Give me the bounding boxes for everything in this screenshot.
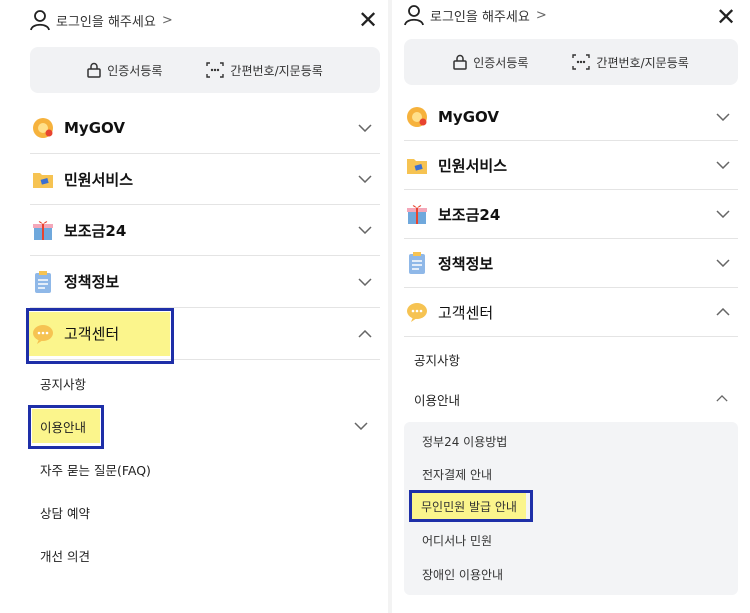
chevron-up-icon <box>716 395 728 402</box>
submenu-improvement-opinion[interactable]: 개선 의견 <box>40 545 90 565</box>
subsidy-icon <box>404 201 430 227</box>
login-text: 로그인을 해주세요 <box>56 14 156 30</box>
close-icon[interactable]: ✕ <box>716 5 736 29</box>
fingerprint-scan-icon <box>206 62 225 78</box>
auth-register-box: 인증서등록 간편번호/지문등록 <box>404 39 738 85</box>
submenu-label: 자주 묻는 질문(FAQ) <box>40 462 151 478</box>
menu-label: 보조금24 <box>64 221 127 240</box>
auth-register-box: 인증서등록 간편번호/지문등록 <box>30 47 380 93</box>
cert-register-label: 인증서등록 <box>473 55 529 70</box>
submenu-usage-guide[interactable]: 이용안내 <box>414 388 738 410</box>
chevron-down-icon <box>716 259 730 267</box>
cert-register-button[interactable]: 인증서등록 <box>453 54 528 71</box>
menu-label: MyGOV <box>438 107 499 126</box>
chevron-down-icon <box>358 226 372 234</box>
usage-item-label: 장애인 이용안내 <box>422 567 504 582</box>
chevron-right-icon: > <box>161 12 173 28</box>
left-menu-panel: 로그인을 해주세요 > ✕ 인증서등록 간편번호/지문등록 MyGOV 민원서비… <box>0 0 388 613</box>
menu-item-mygov[interactable]: MyGOV <box>404 93 738 141</box>
menu-item-policy[interactable]: 정책정보 <box>30 256 380 308</box>
mygov-icon <box>30 115 56 141</box>
usage-item-e-payment[interactable]: 전자결제 안내 <box>422 464 492 484</box>
menu-label: 정책정보 <box>438 254 494 273</box>
subsidy-icon <box>30 217 56 243</box>
civil-service-icon <box>404 152 430 178</box>
menu-item-subsidy[interactable]: 보조금24 <box>404 190 738 239</box>
chevron-down-icon <box>358 277 372 286</box>
submenu-label: 개선 의견 <box>40 548 90 564</box>
lock-icon <box>453 54 467 70</box>
cert-register-label: 인증서등록 <box>107 63 163 78</box>
close-icon[interactable]: ✕ <box>358 8 378 32</box>
chevron-down-icon <box>358 124 372 132</box>
menu-label: 민원서비스 <box>64 170 134 189</box>
login-text: 로그인을 해주세요 <box>430 9 530 25</box>
usage-item-how-to-use[interactable]: 정부24 이용방법 <box>422 431 507 451</box>
right-menu-panel: 로그인을 해주세요 > ✕ 인증서등록 간편번호/지문등록 MyGOV 민원서비… <box>392 0 750 613</box>
submenu-notice[interactable]: 공지사항 <box>40 373 86 393</box>
menu-item-civil-service[interactable]: 민원서비스 <box>30 154 380 205</box>
policy-icon <box>404 250 430 276</box>
annotation-box <box>26 308 174 364</box>
usage-item-label: 어디서나 민원 <box>422 533 493 548</box>
usage-item-label: 전자결제 안내 <box>422 467 493 482</box>
login-link[interactable]: 로그인을 해주세요 > <box>30 9 173 31</box>
fingerprint-scan-icon <box>572 54 591 70</box>
menu-item-policy[interactable]: 정책정보 <box>404 239 738 288</box>
usage-item-accessibility[interactable]: 장애인 이용안내 <box>422 564 503 584</box>
simple-register-button[interactable]: 간편번호/지문등록 <box>572 54 689 71</box>
submenu-label: 이용안내 <box>414 392 461 408</box>
policy-icon <box>30 269 56 295</box>
submenu-label: 공지사항 <box>40 376 87 392</box>
lock-icon <box>87 62 101 78</box>
menu-label: 보조금24 <box>438 205 501 224</box>
cert-register-button[interactable]: 인증서등록 <box>87 62 162 79</box>
login-link[interactable]: 로그인을 해주세요 > <box>404 4 547 26</box>
menu-label: 고객센터 <box>438 303 494 322</box>
menu-label: 민원서비스 <box>438 156 508 175</box>
usage-item-label: 정부24 이용방법 <box>422 434 508 449</box>
usage-item-anywhere-civil[interactable]: 어디서나 민원 <box>422 530 492 550</box>
simple-register-label: 간편번호/지문등록 <box>230 63 323 78</box>
user-icon <box>404 5 424 26</box>
simple-register-label: 간편번호/지문등록 <box>596 55 689 70</box>
menu-label: MyGOV <box>64 119 125 137</box>
submenu-notice[interactable]: 공지사항 <box>414 349 460 369</box>
submenu-faq[interactable]: 자주 묻는 질문(FAQ) <box>40 459 151 479</box>
menu-item-customer-center[interactable]: 고객센터 <box>404 288 738 337</box>
menu-label: 정책정보 <box>64 273 120 291</box>
menu-item-subsidy[interactable]: 보조금24 <box>30 205 380 256</box>
chevron-down-icon <box>716 112 730 121</box>
annotation-box <box>28 405 104 449</box>
menu-item-mygov[interactable]: MyGOV <box>30 103 380 154</box>
submenu-consult-reservation[interactable]: 상담 예약 <box>40 502 90 522</box>
chevron-down-icon <box>358 175 372 183</box>
annotation-box <box>409 490 533 522</box>
chevron-right-icon: > <box>535 7 547 23</box>
civil-service-icon <box>30 166 56 192</box>
customer-center-icon <box>404 299 430 325</box>
user-icon <box>30 10 50 31</box>
mygov-icon <box>404 104 430 130</box>
chevron-down-icon <box>354 422 368 430</box>
chevron-up-icon <box>358 329 372 338</box>
menu-item-civil-service[interactable]: 민원서비스 <box>404 141 738 190</box>
chevron-up-icon <box>716 308 730 316</box>
chevron-down-icon <box>716 210 730 218</box>
simple-register-button[interactable]: 간편번호/지문등록 <box>206 62 323 79</box>
submenu-label: 공지사항 <box>414 352 461 368</box>
chevron-down-icon <box>716 161 730 169</box>
submenu-label: 상담 예약 <box>40 505 90 521</box>
